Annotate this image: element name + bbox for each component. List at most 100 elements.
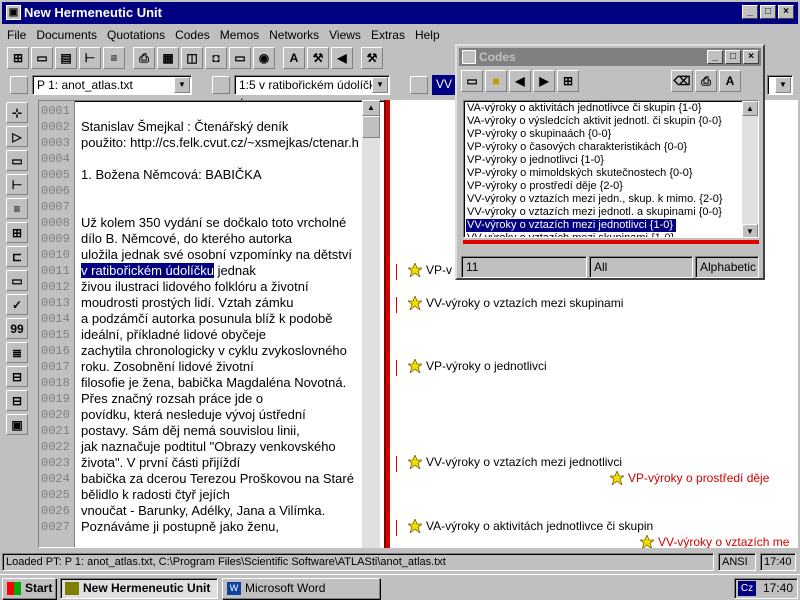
back-arrow-icon[interactable]: ◀ xyxy=(509,70,531,92)
document-line[interactable]: Stanislav Šmejkal : Čtenářský deník xyxy=(81,119,288,135)
memos-icon[interactable]: ≡ xyxy=(103,47,125,69)
document-line[interactable]: v ratibořickém údolíčku jednak xyxy=(81,263,256,279)
print-icon[interactable]: ⎙ xyxy=(133,47,155,69)
quotation-dropdown[interactable]: 1:5 v ratibořickém údolíčku ( ▼ xyxy=(234,75,390,110)
chevron-down-icon[interactable]: ▼ xyxy=(174,77,190,93)
document-line[interactable]: jak naznačuje podtitul "Obrazy venkovské… xyxy=(81,439,336,455)
code-list-item[interactable]: VV-výroky o vztazích mezi jednotlivci {1… xyxy=(466,219,677,232)
quotations-icon[interactable]: ▤ xyxy=(55,47,77,69)
scroll-up-icon[interactable]: ▲ xyxy=(742,101,758,116)
margin-code[interactable]: VV-výroky o vztazích mezi skupinami xyxy=(406,294,623,312)
document-line[interactable]: dílo B. Němcové, do kterého autorka xyxy=(81,231,292,247)
tool-hammer-icon[interactable]: ⚒ xyxy=(361,47,383,69)
menu-item-networks[interactable]: Networks xyxy=(264,28,324,42)
code-list-item[interactable]: VV-výroky o vztazích mezi skupinami {1-0… xyxy=(466,232,677,237)
calendar-icon[interactable]: ▦ xyxy=(157,47,179,69)
document-line[interactable]: postavy. Sám děj nemá souvislou linii, xyxy=(81,423,300,439)
window-icon[interactable]: ▭ xyxy=(229,47,251,69)
box-icon[interactable]: ▣ xyxy=(6,414,28,435)
document-line[interactable]: filosofie je žena, babička Magdaléna Nov… xyxy=(81,375,346,391)
rectangle-icon[interactable]: ▭ xyxy=(461,70,483,92)
quote-icon[interactable]: 99 xyxy=(6,318,28,339)
menu-item-memos[interactable]: Memos xyxy=(215,28,264,42)
link-icon[interactable]: ⊏ xyxy=(6,246,28,267)
maximize-button[interactable]: □ xyxy=(760,5,776,19)
language-indicator[interactable]: Cz xyxy=(738,581,756,596)
code-sort[interactable]: Alphabetic xyxy=(695,256,759,278)
minimize-button[interactable]: _ xyxy=(742,5,758,19)
font-icon[interactable]: A xyxy=(719,70,741,92)
scroll-down-icon[interactable]: ▼ xyxy=(742,224,758,237)
codes-close-button[interactable]: × xyxy=(743,50,759,64)
code-list[interactable]: VA-výroky o aktivitách jednotlivce či sk… xyxy=(463,100,759,238)
close-button[interactable]: × xyxy=(778,5,794,19)
code-list-item[interactable]: VP-výroky o jednotlivci {1-0} xyxy=(466,154,607,167)
document-line[interactable]: uložila jednak své osobní vzpomínky na d… xyxy=(81,247,352,263)
task-new-hermeneutic-unit[interactable]: New Hermeneutic Unit xyxy=(60,578,218,599)
menu-item-file[interactable]: File xyxy=(2,28,31,42)
margin-code[interactable]: VV-výroky o vztazích me xyxy=(638,533,789,548)
menu-item-codes[interactable]: Codes xyxy=(170,28,215,42)
document-line[interactable]: života". V první části přijíždí xyxy=(81,455,240,471)
document-line[interactable]: bělidlo k radosti čtyř jejích xyxy=(81,487,230,503)
code-list-item[interactable]: VP-výroky o skupinaách {0-0} xyxy=(466,128,614,141)
menu-item-extras[interactable]: Extras xyxy=(366,28,410,42)
code-filter[interactable]: All xyxy=(589,256,693,278)
primary-doc-dropdown[interactable]: P 1: anot_atlas.txt ▼ xyxy=(32,75,192,95)
network-icon[interactable]: ⊞ xyxy=(557,70,579,92)
code-dropdown[interactable]: VV xyxy=(432,75,456,95)
hammer-icon[interactable]: ⚒ xyxy=(307,47,329,69)
document-line[interactable]: zachytila chronologicky v cyklu zvykoslo… xyxy=(81,343,347,359)
codes-maximize-button[interactable]: □ xyxy=(725,50,741,64)
eraser-icon[interactable]: ⌫ xyxy=(671,70,693,92)
codes-icon[interactable]: ⊢ xyxy=(79,47,101,69)
text-icon[interactable]: ≣ xyxy=(6,342,28,363)
code-list-item[interactable]: VP-výroky o prostředí děje {2-0} xyxy=(466,180,626,193)
chevron-down-icon[interactable]: ▼ xyxy=(372,77,388,93)
code-list-item[interactable]: VV-výroky o vztazích mezi jednotl. a sku… xyxy=(466,206,725,219)
task-microsoft-word[interactable]: W Microsoft Word xyxy=(222,578,380,599)
rectangle-icon[interactable]: ▭ xyxy=(6,150,28,171)
code-list-scrollbar[interactable]: ▲ ▼ xyxy=(742,101,758,237)
document-line[interactable]: Přes značný rozsah práce jde o xyxy=(81,391,263,407)
margin-code[interactable]: VP-výroky o jednotlivci xyxy=(406,357,547,375)
code-selection-icon[interactable]: ⊢ xyxy=(6,174,28,195)
scroll-thumb[interactable] xyxy=(362,116,380,138)
tray-clock[interactable]: 17:40 xyxy=(763,581,793,595)
margin-code[interactable]: VP-výroky o prostředí děje xyxy=(608,469,769,487)
document-line[interactable]: ideální, příkladné lidové obyčeje xyxy=(81,327,266,343)
pd-selector-icon[interactable] xyxy=(10,76,28,94)
create-quotation-icon[interactable]: ⊹ xyxy=(6,102,28,123)
menu-item-help[interactable]: Help xyxy=(410,28,445,42)
memo-icon[interactable]: ▭ xyxy=(6,270,28,291)
document-line[interactable]: použito: http://cs.felk.cvut.cz/~xsmejka… xyxy=(81,135,359,151)
open-folder-icon[interactable]: ◫ xyxy=(181,47,203,69)
print-icon[interactable]: ⎙ xyxy=(695,70,717,92)
code-selector-icon[interactable] xyxy=(410,76,428,94)
document-line[interactable]: roku. Zosobnění lidové životní xyxy=(81,359,254,375)
scroll-up-icon[interactable]: ▲ xyxy=(362,100,380,116)
document-line[interactable]: živou ilustraci lidového folklóru a živo… xyxy=(81,279,309,295)
menu-item-quotations[interactable]: Quotations xyxy=(102,28,170,42)
globe-icon[interactable]: ◉ xyxy=(253,47,275,69)
menu-item-views[interactable]: Views xyxy=(324,28,366,42)
codes-minimize-button[interactable]: _ xyxy=(707,50,723,64)
menu-item-documents[interactable]: Documents xyxy=(31,28,102,42)
document-scrollbar[interactable]: ▲ xyxy=(362,100,380,548)
document-line[interactable]: babička za dcerou Terezou Proškovou na S… xyxy=(81,471,354,487)
code-list-item[interactable]: VA-výroky o aktivitách jednotlivce či sk… xyxy=(466,102,705,115)
stack-red-icon[interactable]: ⊟ xyxy=(6,366,28,387)
document-line[interactable]: vnoučat - Barunky, Adélky, Jana a Vilímk… xyxy=(81,503,325,519)
margin-code[interactable]: VA-výroky o aktivitách jednotlivce či sk… xyxy=(406,517,653,535)
document-line[interactable]: a podzámčí autorka posunula blíž k podob… xyxy=(81,311,333,327)
code-list-item[interactable]: VA-výroky o výsledcích aktivit jednotl. … xyxy=(466,115,725,128)
code-list-item[interactable]: VP-výroky o mimoldských skutečnostech {0… xyxy=(466,167,696,180)
quotation-selector-icon[interactable] xyxy=(212,76,230,94)
check-icon[interactable]: ✓ xyxy=(6,294,28,315)
flag-icon[interactable]: ▷ xyxy=(6,126,28,147)
code-list-item[interactable]: VV-výroky o vztazích mezi jedn., skup. k… xyxy=(466,193,726,206)
back-arrow-icon[interactable]: ◀ xyxy=(331,47,353,69)
code-dropdown-arrow-box[interactable]: ▼ xyxy=(767,75,793,95)
document-line[interactable]: povídku, která nesleduje vývoj ústřední xyxy=(81,407,306,423)
yellow-box-icon[interactable]: ■ xyxy=(485,70,507,92)
